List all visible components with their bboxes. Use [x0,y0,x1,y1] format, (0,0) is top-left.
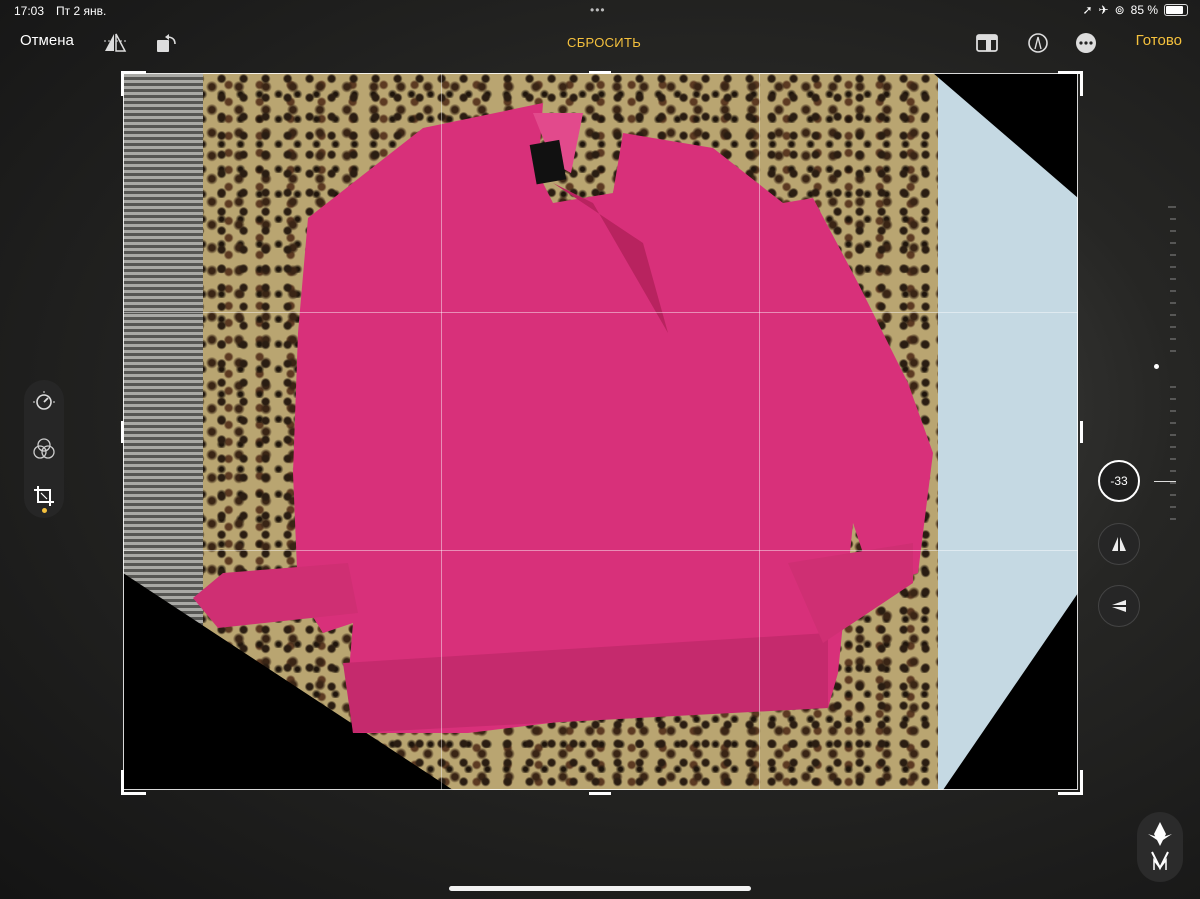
crop-icon[interactable] [32,484,56,508]
airplane-icon: ✈ [1098,3,1109,17]
crop-handle-top-left[interactable] [121,71,146,96]
crop-handle-bottom-left[interactable] [121,770,146,795]
link-icon: ⊚ [1114,3,1125,17]
cancel-button[interactable]: Отмена [20,32,74,49]
vertical-perspective-icon[interactable] [1098,523,1140,565]
crop-grid-line [441,73,442,790]
crop-grid-line [123,550,1078,551]
straighten-button[interactable]: -33 [1098,460,1140,502]
dial-indicator [1154,481,1176,482]
location-icon: ➚ [1082,3,1093,17]
crop-handle-top-right[interactable] [1058,71,1083,96]
pink-sweater [193,103,933,733]
status-bar: 17:03 Пт 2 янв. ••• ➚ ✈ ⊚ 85 % [0,0,1200,22]
crop-grid-line [759,73,760,790]
edit-mode-selector [24,380,64,518]
crop-handle-bottom-right[interactable] [1058,770,1083,795]
horizontal-perspective-icon[interactable] [1098,585,1140,627]
battery-icon [1164,4,1188,16]
filters-icon[interactable] [32,437,56,461]
rotate-icon[interactable] [154,30,180,56]
watermark-logo [1137,812,1183,882]
home-indicator[interactable] [449,886,751,891]
crop-handle-left[interactable] [121,421,146,443]
top-toolbar: Отмена СБРОСИТЬ Готово [0,26,1200,62]
photo-canvas[interactable] [123,73,1078,790]
markup-icon[interactable] [1025,30,1051,56]
crop-handle-right[interactable] [1058,421,1083,443]
crop-handle-top[interactable] [589,71,611,96]
done-button[interactable]: Готово [1136,32,1182,49]
adjust-icon[interactable] [32,390,56,414]
flip-horizontal-icon[interactable] [102,30,128,56]
more-icon[interactable] [1073,30,1099,56]
battery-percent: 85 % [1130,3,1158,17]
crop-grid-line [123,312,1078,313]
status-time: 17:03 [14,4,45,18]
active-mode-dot [42,508,47,513]
reset-button[interactable]: СБРОСИТЬ [567,35,641,50]
aspect-ratio-icon[interactable] [975,30,1001,56]
crop-handle-bottom[interactable] [589,770,611,795]
status-date: Пт 2 янв. [56,4,107,18]
multitask-dots[interactable]: ••• [590,3,606,17]
dial-zero-dot [1154,364,1159,369]
